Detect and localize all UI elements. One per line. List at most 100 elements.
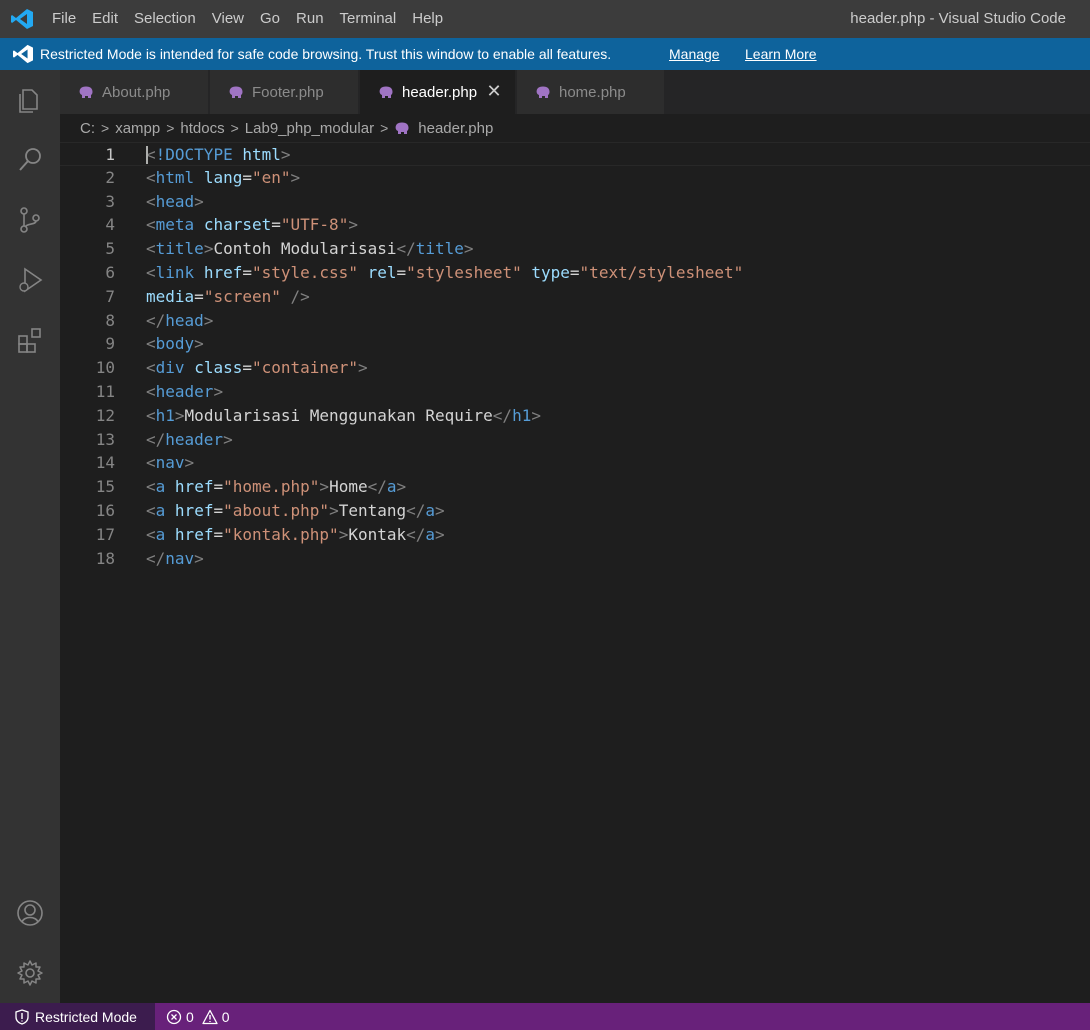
code-editor[interactable]: 1 <!DOCTYPE html> 2 <html lang="en"> 3 <head>… xyxy=(60,142,1090,1003)
code-token: < xyxy=(146,239,156,259)
code-token: "text/stylesheet" xyxy=(579,263,744,282)
editor-tab-bar: About.php Footer.php header.php ✕ home.p… xyxy=(60,70,1090,114)
code-token: a xyxy=(155,501,166,520)
menu-edit[interactable]: Edit xyxy=(84,0,126,38)
code-line[interactable]: 10 <div class="container"> xyxy=(60,356,1090,380)
line-number: 15 xyxy=(95,477,115,497)
code-line[interactable]: 18 </nav> xyxy=(60,547,1090,571)
restricted-mode-indicator[interactable]: Restricted Mode xyxy=(0,1003,155,1030)
learn-more-link[interactable]: Learn More xyxy=(745,38,817,70)
code-line[interactable]: 1 <!DOCTYPE html> xyxy=(60,142,1090,166)
code-token: </ xyxy=(146,429,166,449)
code-line[interactable]: 17 <a href="kontak.php">Kontak</a> xyxy=(60,523,1090,547)
vscode-logo-icon[interactable] xyxy=(10,8,34,30)
tab-label: Footer.php xyxy=(252,83,324,101)
code-token: = xyxy=(396,263,407,282)
tab-about-php[interactable]: About.php xyxy=(60,70,209,114)
code-token: nav xyxy=(155,453,185,473)
code-line[interactable]: 16 <a href="about.php">Tentang</a> xyxy=(60,499,1090,523)
source-control-icon[interactable] xyxy=(0,192,60,248)
code-token: </ xyxy=(492,405,513,425)
manage-link[interactable]: Manage xyxy=(669,38,720,70)
tab-footer-php[interactable]: Footer.php xyxy=(210,70,359,114)
code-line[interactable]: 9 <body> xyxy=(60,332,1090,356)
explorer-icon[interactable] xyxy=(0,72,60,128)
code-line[interactable]: 15 <a href="home.php">Home</a> xyxy=(60,475,1090,499)
code-token: html xyxy=(242,145,281,164)
code-token: = xyxy=(213,477,224,497)
code-line[interactable]: 6 <link href="style.css" rel="stylesheet"… xyxy=(60,261,1090,285)
code-line[interactable]: 3 <head> xyxy=(60,190,1090,214)
code-token: > xyxy=(396,477,407,497)
menu-view[interactable]: View xyxy=(204,0,252,38)
menu-selection[interactable]: Selection xyxy=(126,0,204,38)
php-elephant-icon xyxy=(229,86,243,98)
run-debug-icon[interactable] xyxy=(0,252,60,308)
extensions-icon[interactable] xyxy=(0,312,60,368)
menu-go[interactable]: Go xyxy=(252,0,288,38)
line-number: 10 xyxy=(95,358,115,378)
code-token: = xyxy=(242,358,252,378)
php-elephant-icon xyxy=(536,86,550,98)
tab-header-php[interactable]: header.php ✕ xyxy=(360,70,516,114)
code-token: > xyxy=(357,358,368,378)
code-token: </ xyxy=(367,477,387,497)
problems-indicator[interactable]: 0 0 xyxy=(166,1003,238,1030)
accounts-icon[interactable] xyxy=(0,885,60,941)
line-number: 9 xyxy=(105,334,115,354)
menu-terminal[interactable]: Terminal xyxy=(332,0,405,38)
line-number: 12 xyxy=(95,405,115,425)
code-text: <meta charset="UTF-8"> xyxy=(146,213,358,237)
code-token: header xyxy=(155,382,214,401)
code-line[interactable]: 4 <meta charset="UTF-8"> xyxy=(60,213,1090,237)
code-token: </ xyxy=(396,239,416,259)
breadcrumb-file[interactable]: header.php xyxy=(418,120,493,137)
code-line[interactable]: 8 </head> xyxy=(60,309,1090,333)
breadcrumb-htdocs[interactable]: htdocs xyxy=(180,120,224,137)
code-text: <a href="kontak.php">Kontak</a> xyxy=(146,523,445,547)
code-line[interactable]: 5 <title>Contoh Modularisasi</title> xyxy=(60,237,1090,261)
code-token: > xyxy=(435,524,445,544)
code-token: header xyxy=(165,429,224,449)
menu-help[interactable]: Help xyxy=(404,0,451,38)
code-token: href xyxy=(203,263,243,282)
line-number: 6 xyxy=(105,263,115,282)
breadcrumb-lab9-folder[interactable]: Lab9_php_modular xyxy=(245,120,374,137)
code-line[interactable]: 13 </header> xyxy=(60,428,1090,452)
line-number: 14 xyxy=(95,453,115,473)
breadcrumb-drive[interactable]: C: xyxy=(80,120,95,137)
code-token: meta xyxy=(155,215,195,235)
code-token: "stylesheet" xyxy=(406,263,522,282)
code-token: "style.css" xyxy=(251,263,358,282)
code-line[interactable]: 11 <header> xyxy=(60,380,1090,404)
tab-home-php[interactable]: home.php xyxy=(517,70,665,114)
close-tab-icon[interactable]: ✕ xyxy=(485,82,503,100)
code-token: = xyxy=(194,286,204,306)
line-number: 11 xyxy=(95,382,115,401)
code-line[interactable]: 14 <nav> xyxy=(60,451,1090,475)
settings-gear-icon[interactable] xyxy=(0,945,60,1001)
code-token: > xyxy=(463,239,474,259)
code-token: "screen" xyxy=(203,286,281,306)
code-token: a xyxy=(386,477,397,497)
menu-file[interactable]: File xyxy=(44,0,84,38)
code-token: class xyxy=(194,358,243,378)
code-line[interactable]: 2 <html lang="en"> xyxy=(60,166,1090,190)
search-icon[interactable] xyxy=(0,132,60,188)
code-token: h1 xyxy=(155,405,175,425)
code-token: > xyxy=(435,501,445,520)
menu-run[interactable]: Run xyxy=(288,0,332,38)
code-token: Contoh Modularisasi xyxy=(213,239,397,259)
code-line[interactable]: 7 media="screen" /> xyxy=(60,285,1090,309)
code-text: <body> xyxy=(146,332,204,356)
code-line[interactable]: 12 <h1>Modularisasi Menggunakan Require</… xyxy=(60,404,1090,428)
code-text: <link href="style.css" rel="stylesheet" … xyxy=(146,261,743,285)
breadcrumb-xampp[interactable]: xampp xyxy=(115,120,160,137)
activity-bar xyxy=(0,70,60,1003)
